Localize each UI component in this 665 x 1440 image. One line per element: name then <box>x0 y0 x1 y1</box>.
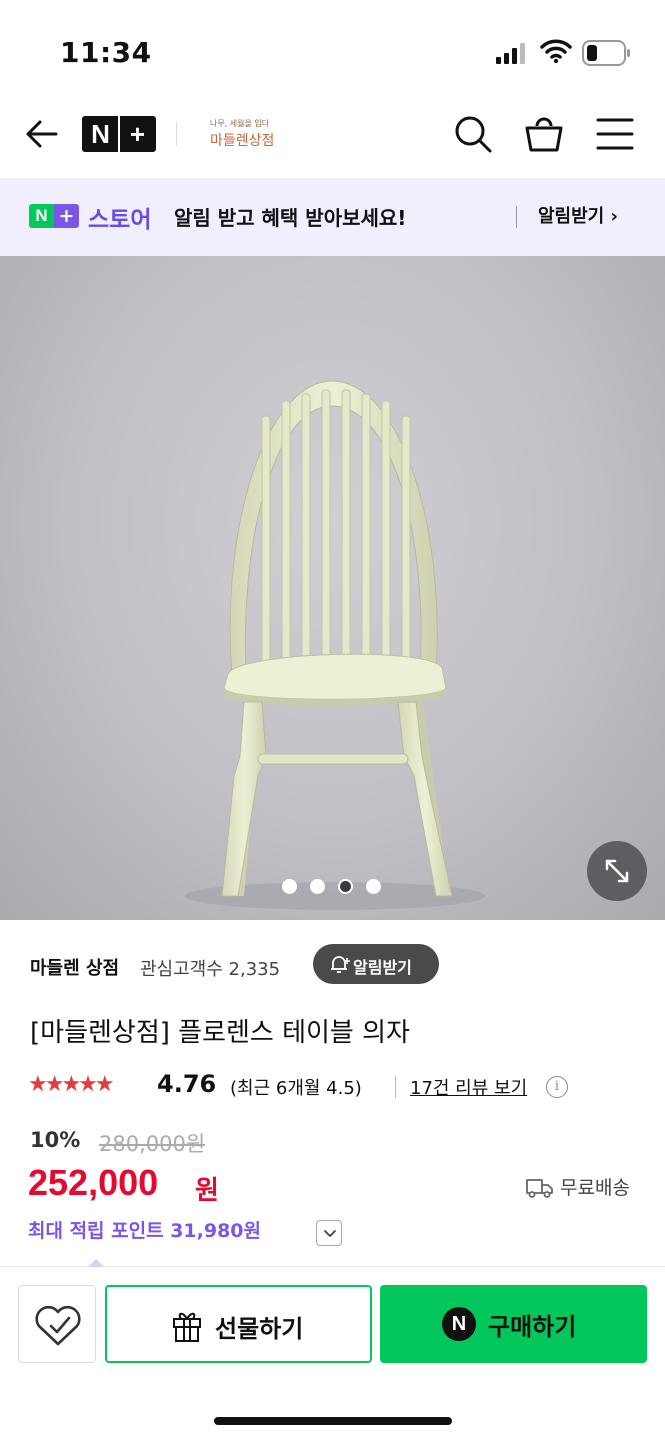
naver-plus-badge: N + <box>29 204 79 228</box>
recent-rating: (최근 6개월 4.5) <box>230 1078 362 1099</box>
gallery-dot[interactable] <box>366 879 381 894</box>
sale-price: 252,000 <box>28 1162 159 1203</box>
home-indicator <box>214 1417 452 1425</box>
gallery-dot[interactable] <box>282 879 297 894</box>
wishlist-button[interactable] <box>18 1285 96 1363</box>
product-title: [마들렌상점] 플로렌스 테이블 의자 <box>30 1018 410 1048</box>
gift-icon <box>173 1312 201 1342</box>
bottom-action-bar: 선물하기 N 구매하기 <box>0 1259 665 1440</box>
cart-icon[interactable] <box>524 114 564 154</box>
rating-stars: ★★★★★ <box>28 1072 115 1097</box>
expand-image-button[interactable] <box>587 841 647 901</box>
cellular-signal-icon <box>496 43 525 64</box>
store-alert-label: 알림받기 <box>353 958 412 977</box>
store-logo-tagline: 나무, 세월을 입다 <box>210 119 270 128</box>
original-price: 280,000원 <box>99 1132 206 1156</box>
heart-check-icon <box>35 1305 81 1346</box>
store-logo[interactable]: 나무, 세월을 입다 마들렌상점 <box>204 116 304 154</box>
store-alert-button[interactable]: 알림받기 <box>313 944 439 984</box>
product-photo-chair <box>185 380 485 910</box>
chevron-down-icon <box>324 1230 336 1237</box>
shipping-label: 무료배송 <box>560 1177 630 1199</box>
search-icon[interactable] <box>453 114 493 154</box>
shipping-info: 무료배송 <box>526 1172 646 1202</box>
store-wordmark: 스토어 <box>88 207 152 233</box>
back-arrow-icon[interactable] <box>24 116 64 152</box>
subscribe-promo-banner[interactable]: N + 스토어 알림 받고 혜택 받아보세요! 알림받기 › <box>0 178 665 256</box>
promo-subscribe-link[interactable]: 알림받기 › <box>538 202 618 228</box>
store-fan-count: 관심고객수 2,335 <box>140 959 281 980</box>
status-bar: 11:34 <box>0 0 665 100</box>
max-points: 최대 적립 포인트 31,980원 <box>28 1220 262 1242</box>
top-nav: N + 나무, 세월을 입다 마들렌상점 <box>0 100 665 178</box>
store-logo-name: 마들렌상점 <box>210 133 275 149</box>
naver-pay-icon: N <box>442 1307 476 1341</box>
reviews-link[interactable]: 17건 리뷰 보기 <box>410 1074 527 1100</box>
status-time: 11:34 <box>60 36 152 69</box>
gallery-dot[interactable] <box>310 879 325 894</box>
store-info-row: 마들렌 상점 관심고객수 2,335 알림받기 <box>0 920 665 1010</box>
product-image-gallery[interactable] <box>0 256 665 920</box>
rating-score: 4.76 <box>157 1070 217 1098</box>
battery-icon <box>582 40 630 66</box>
store-name[interactable]: 마들렌 상점 <box>30 954 119 980</box>
gift-label: 선물하기 <box>215 1315 304 1343</box>
wifi-icon <box>540 39 572 64</box>
gallery-dot-active[interactable] <box>338 879 353 894</box>
discount-rate: 10% <box>30 1128 81 1152</box>
logo-n: N <box>91 119 110 149</box>
bell-plus-icon <box>331 956 350 973</box>
buy-button[interactable]: N 구매하기 <box>380 1285 647 1363</box>
info-icon[interactable]: i <box>546 1076 568 1098</box>
logo-plus: + <box>129 119 146 149</box>
rating-row: ★★★★★ 4.76 (최근 6개월 4.5) 17건 리뷰 보기 i <box>28 1068 648 1108</box>
truck-icon <box>526 1179 553 1198</box>
buy-label: 구매하기 <box>488 1313 577 1341</box>
gift-button[interactable]: 선물하기 <box>105 1285 372 1363</box>
naver-plus-logo[interactable]: N + <box>82 116 156 152</box>
price-currency: 원 <box>195 1176 219 1206</box>
promo-message: 알림 받고 혜택 받아보세요! <box>174 206 407 230</box>
expand-icon <box>605 859 629 883</box>
menu-icon[interactable] <box>596 114 636 154</box>
points-expand-button[interactable] <box>316 1220 342 1246</box>
